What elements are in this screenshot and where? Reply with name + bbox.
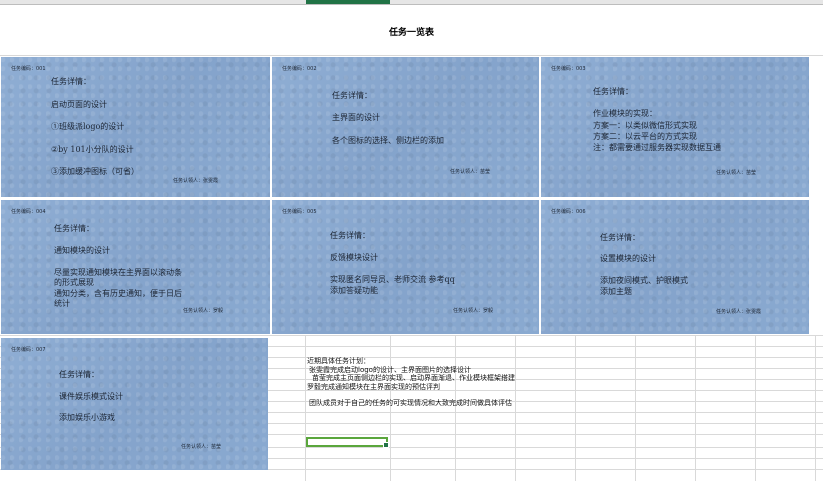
task-detail-line: 统计 <box>54 299 70 308</box>
task-detail-line: 添加娱乐小游戏 <box>59 413 115 422</box>
plan-line <box>307 391 515 399</box>
task-detail-line: 反馈模块设计 <box>330 253 378 262</box>
task-detail-line: 主界面的设计 <box>332 113 380 122</box>
task-detail-line: 注：都需要通过服务器实现数据互通 <box>593 143 721 152</box>
task-detail-heading: 任务详情： <box>54 224 94 233</box>
task-owner: 任务认领人：苗莹 <box>716 170 757 176</box>
task-card-005[interactable]: 任务编码：005 任务详情： 反馈模块设计 实现匿名同导员、老师交流 参考qq … <box>272 200 539 334</box>
task-detail-line: 添加答疑功能 <box>330 286 378 295</box>
task-code: 任务编码：007 <box>11 347 46 353</box>
task-detail-line: 添加夜间模式、护眼模式 <box>600 276 688 285</box>
task-card-003[interactable]: 任务编码：003 任务详情： 作业模块的实现： 方案一：以类似微信形式实现 方案… <box>541 57 809 197</box>
plan-line: 张雯霞完成启动logo的设计、主界面图片的选择设计 <box>309 365 471 374</box>
plan-line: 罗毅完成通知模块在主界面实现的预估评判 <box>307 382 440 391</box>
task-code: 任务编码：001 <box>11 66 46 72</box>
task-owner: 任务认领人：张雯霞 <box>173 178 219 184</box>
task-owner: 任务认领人：罗毅 <box>453 308 494 314</box>
selected-cell[interactable] <box>306 437 389 448</box>
task-detail-line: 的形式展现 <box>54 278 94 287</box>
task-detail-line: 作业模块的实现： <box>593 109 657 118</box>
task-detail-heading: 任务详情： <box>593 87 633 96</box>
task-detail-line: 课件娱乐模式设计 <box>59 392 123 401</box>
task-detail-line: 添加主题 <box>600 287 632 296</box>
task-detail-heading: 任务详情： <box>330 231 370 240</box>
task-detail-line: ①班级派logo的设计 <box>51 122 125 131</box>
task-detail-heading: 任务详情： <box>51 77 91 86</box>
task-detail-heading: 任务详情： <box>600 233 640 242</box>
task-detail-line: ②by 101小分队的设计 <box>51 145 134 154</box>
task-detail-line: 启动页面的设计 <box>51 100 107 109</box>
task-detail-line: 设置模块的设计 <box>600 254 656 263</box>
task-owner: 任务认领人：苗莹 <box>181 444 222 450</box>
task-code: 任务编码：005 <box>282 209 317 215</box>
task-detail-heading: 任务详情： <box>332 91 372 100</box>
task-card-004[interactable]: 任务编码：004 任务详情： 通知模块的设计 尽量实现通知模块在主界面以滚动条 … <box>1 200 270 334</box>
task-detail-line: 方案一：以类似微信形式实现 <box>593 121 697 130</box>
task-code: 任务编码：004 <box>11 209 46 215</box>
recent-plan-notes[interactable]: 近期具体任务计划： 张雯霞完成启动logo的设计、主界面图片的选择设计 苗莹完成… <box>307 357 515 408</box>
fill-handle[interactable] <box>383 442 389 448</box>
task-card-002[interactable]: 任务编码：002 任务详情： 主界面的设计 各个图标的选择、侧边栏的添加 任务认… <box>272 57 539 197</box>
task-card-006[interactable]: 任务编码：006 任务详情： 设置模块的设计 添加夜间模式、护眼模式 添加主题 … <box>541 200 809 334</box>
task-owner: 任务认领人：罗毅 <box>183 308 224 314</box>
task-owner: 任务认领人：苗莹 <box>450 169 491 175</box>
plan-heading: 近期具体任务计划： <box>307 357 370 365</box>
task-code: 任务编码：006 <box>551 209 586 215</box>
plan-line: 苗莹完成主页面侧边栏的实现、启动界面渐退、作业模块框架搭建 <box>312 374 515 382</box>
task-detail-line: 各个图标的选择、侧边栏的添加 <box>332 136 444 145</box>
task-detail-line: 尽量实现通知模块在主界面以滚动条 <box>54 268 182 277</box>
task-code: 任务编码：002 <box>282 66 317 72</box>
task-owner: 任务认领人：张雯霞 <box>716 309 762 315</box>
active-column-indicator <box>306 0 390 4</box>
task-detail-line: ③添加缓冲图标（可省） <box>51 167 139 176</box>
task-detail-line: 通知分类，含有历史通知，便于日后 <box>54 289 182 298</box>
task-detail-line: 实现匿名同导员、老师交流 参考qq <box>330 275 455 284</box>
task-detail-heading: 任务详情： <box>59 370 99 379</box>
task-card-001[interactable]: 任务编码：001 任务详情： 启动页面的设计 ①班级派logo的设计 ②by 1… <box>1 57 270 197</box>
task-detail-line: 方案二：以云平台的方式实现 <box>593 132 697 141</box>
task-card-007[interactable]: 任务编码：007 任务详情： 课件娱乐模式设计 添加娱乐小游戏 任务认领人：苗莹 <box>1 338 268 470</box>
task-detail-line: 通知模块的设计 <box>54 246 110 255</box>
plan-line: 团队成员对于自己的任务的可实现情况和大致完成时间做具体评估 <box>309 399 512 407</box>
task-code: 任务编码：003 <box>551 66 586 72</box>
page-title: 任务一览表 <box>388 28 434 38</box>
